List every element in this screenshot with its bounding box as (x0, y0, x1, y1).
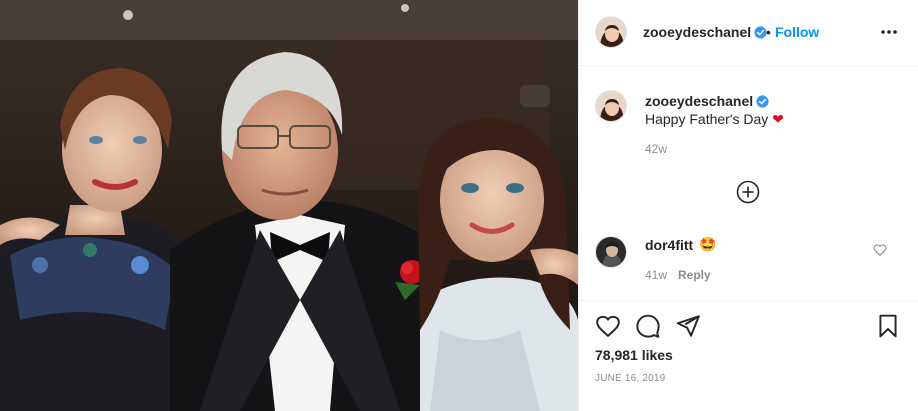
post-photo[interactable] (0, 0, 578, 411)
caption-username[interactable]: zooeydeschanel (645, 93, 769, 109)
author-username-text: zooeydeschanel (643, 24, 752, 40)
caption-text: Happy Father's Day ❤ (645, 111, 784, 128)
post-date: JUNE 16, 2019 (595, 373, 666, 384)
share-icon[interactable] (675, 313, 701, 339)
caption-avatar[interactable] (595, 90, 627, 122)
caption-username-text: zooeydeschanel (645, 93, 754, 109)
comment-item: dor4fitt 🤩 41w Reply (579, 228, 918, 288)
plus-circle-icon[interactable] (736, 180, 760, 204)
author-avatar[interactable] (595, 16, 627, 48)
more-options-icon[interactable] (879, 22, 899, 42)
red-heart-emoji: ❤ (772, 111, 784, 127)
caption-timestamp[interactable]: 42w (645, 142, 667, 156)
post-photo-illustration (0, 0, 578, 411)
header-separator: • (766, 24, 771, 40)
comment-timestamp[interactable]: 41w (645, 268, 667, 282)
post-actions: 78,981 likes JUNE 16, 2019 (579, 300, 918, 411)
author-username[interactable]: zooeydeschanel (643, 24, 767, 40)
caption-text-content: Happy Father's Day (645, 111, 769, 127)
avatar-image (596, 91, 626, 121)
avatar-image (596, 237, 626, 267)
likes-count[interactable]: 78,981 likes (595, 347, 673, 363)
comment-username[interactable]: dor4fitt (645, 237, 693, 253)
comment-icon[interactable] (635, 313, 661, 339)
reply-button[interactable]: Reply (678, 268, 711, 282)
verified-badge-icon (756, 95, 769, 108)
commenter-avatar[interactable] (595, 236, 627, 268)
follow-button[interactable]: Follow (775, 24, 819, 40)
avatar-image (596, 17, 626, 47)
post-side-panel: zooeydeschanel • Follow zooeydeschanel H… (578, 0, 918, 411)
comment-heart-icon[interactable] (873, 243, 887, 257)
post-header: zooeydeschanel • Follow (579, 0, 918, 66)
heart-icon[interactable] (595, 313, 621, 339)
star-struck-emoji: 🤩 (699, 236, 717, 252)
bookmark-icon[interactable] (875, 313, 901, 339)
